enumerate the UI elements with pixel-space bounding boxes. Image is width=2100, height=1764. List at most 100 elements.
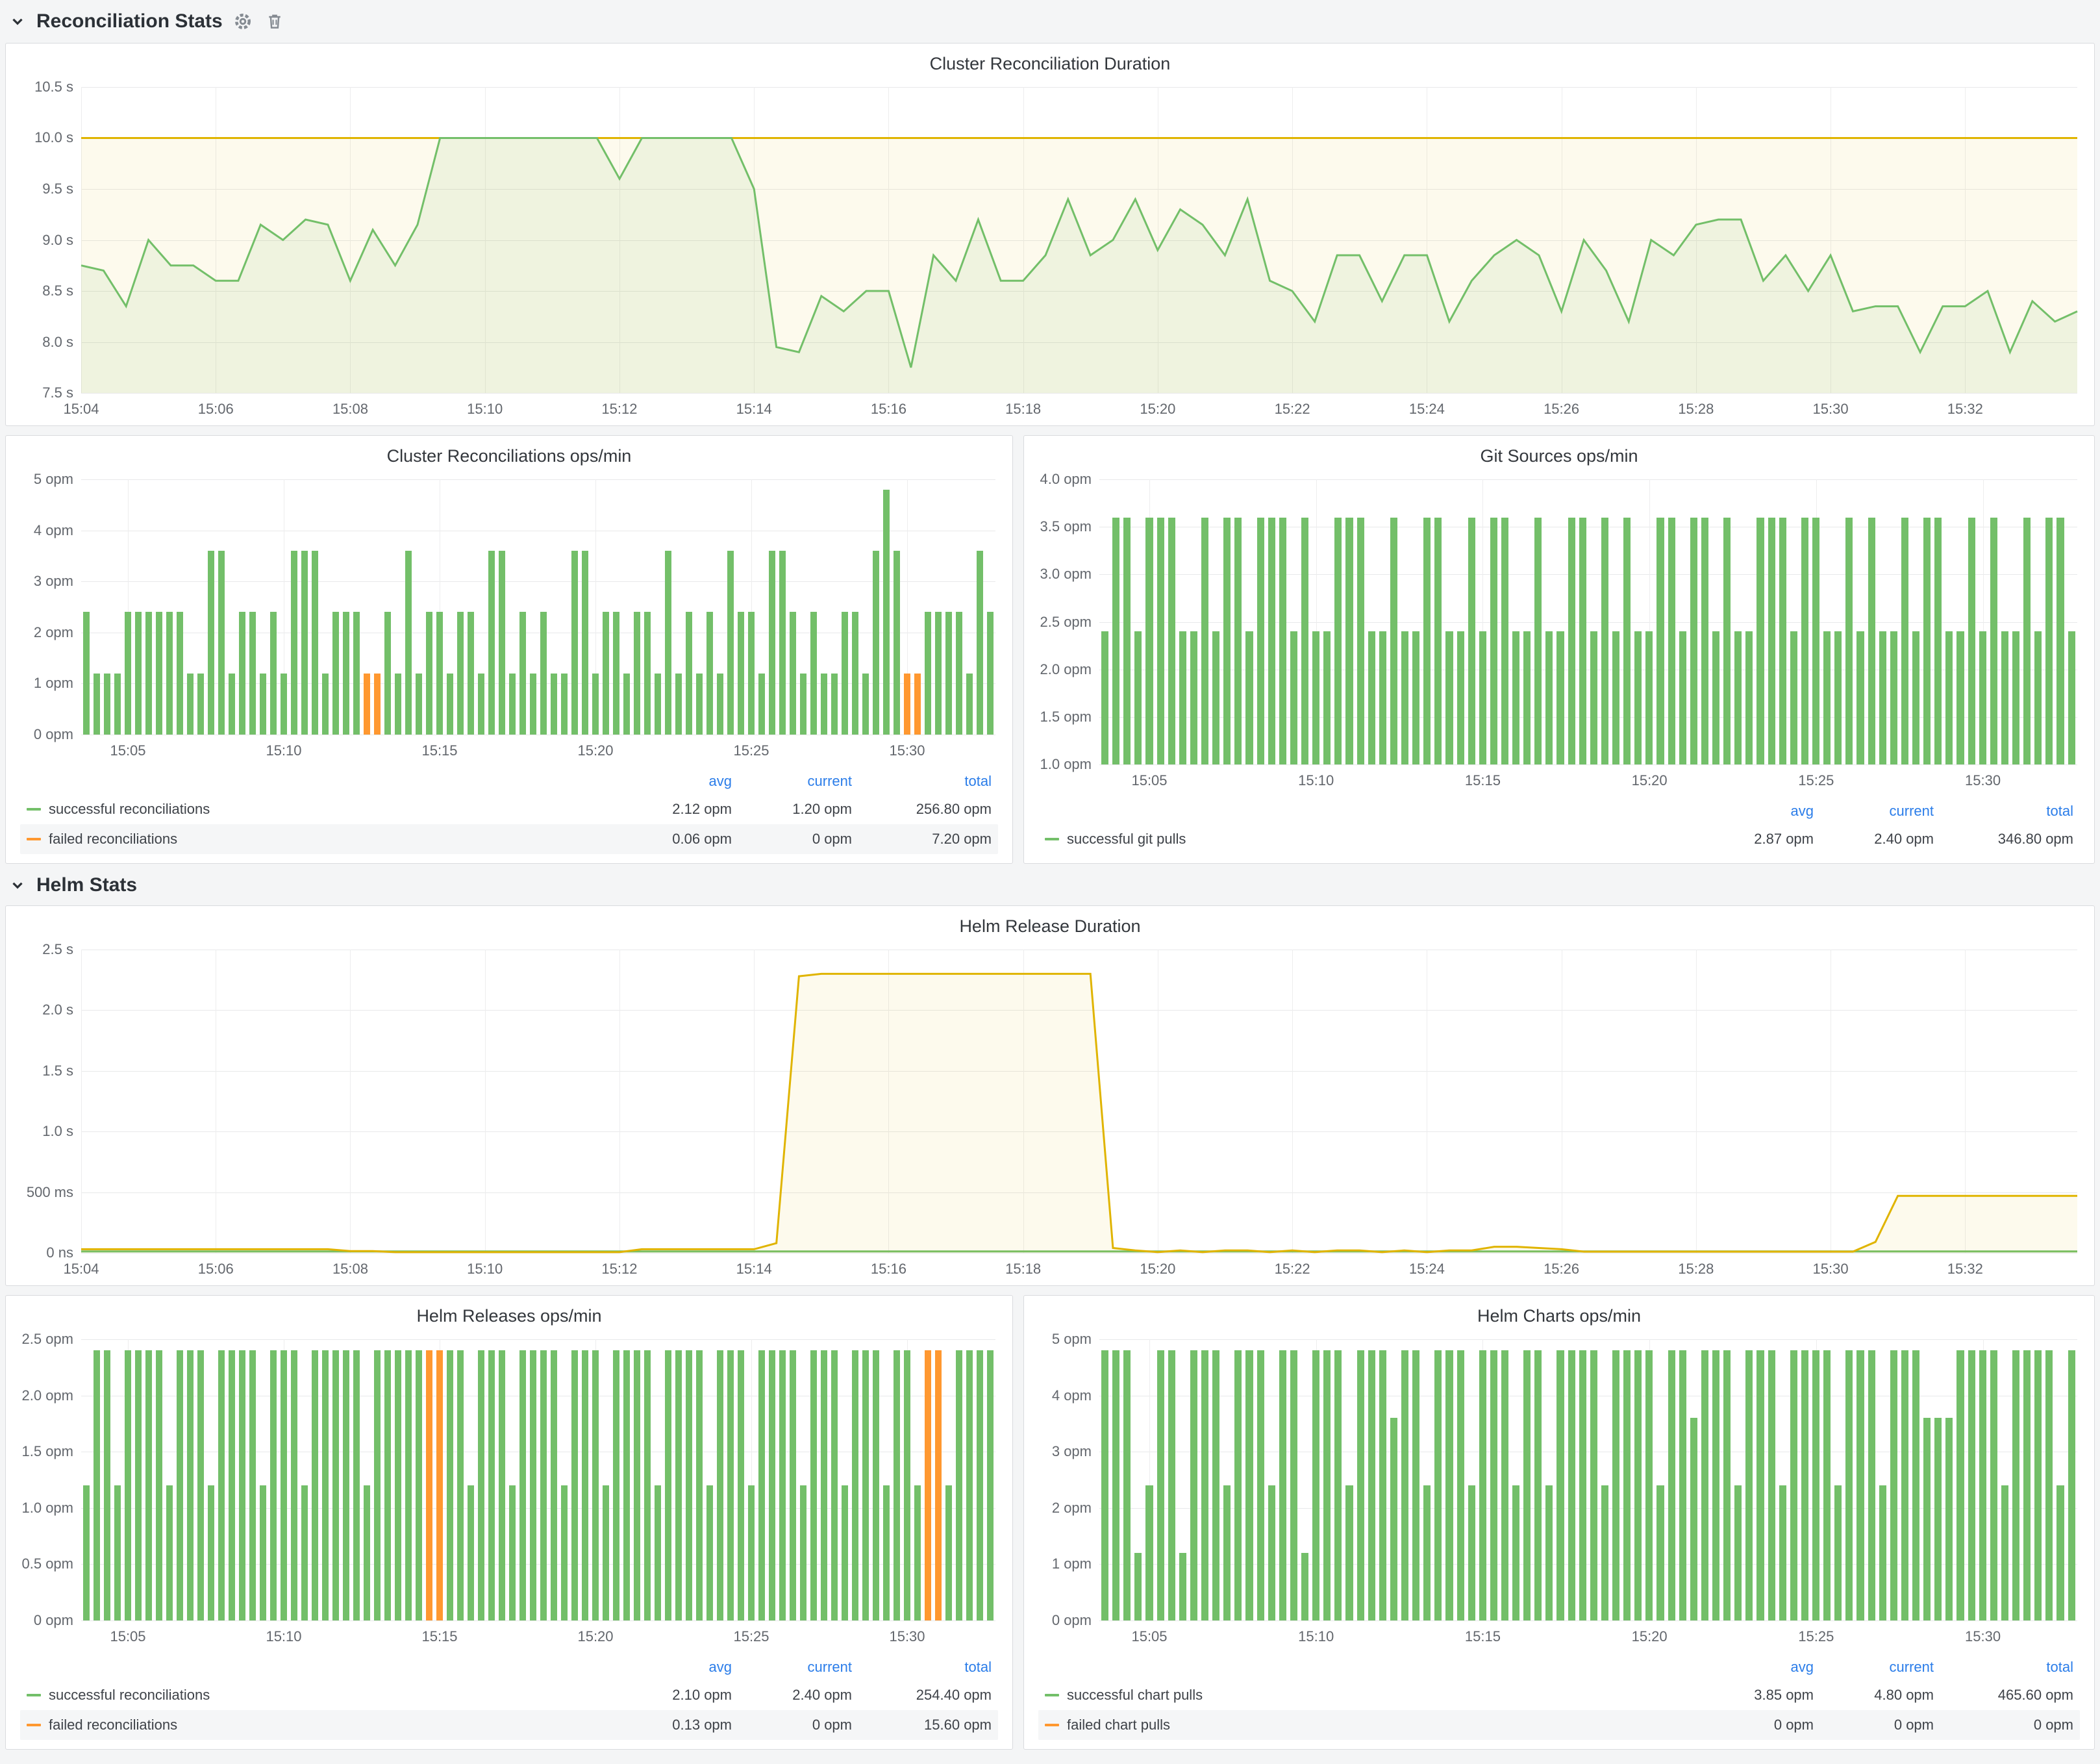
x-axis-label: 15:26 <box>1544 1261 1579 1278</box>
bar-segment <box>1868 518 1875 764</box>
series-label[interactable]: successful reconciliations <box>49 1687 210 1704</box>
legend-sort-total[interactable]: total <box>1934 1659 2073 1676</box>
gear-icon[interactable] <box>233 12 253 31</box>
series-label[interactable]: successful git pulls <box>1067 831 1186 848</box>
bar-segment <box>1823 631 1831 764</box>
bar <box>601 1339 611 1620</box>
legend-sort-avg[interactable]: avg <box>615 1659 732 1676</box>
y-axis-label: 2 opm <box>34 624 73 641</box>
bar <box>1244 1339 1255 1620</box>
legend: avgcurrenttotalsuccessful git pulls2.87 … <box>1024 797 2094 863</box>
bar-segment <box>1945 631 1953 764</box>
panel-title[interactable]: Helm Releases ops/min <box>6 1296 1012 1329</box>
bar <box>1921 479 1932 764</box>
bar-segment <box>416 1350 422 1620</box>
legend-sort-current[interactable]: current <box>732 1659 852 1676</box>
plot-area[interactable] <box>81 479 995 735</box>
bar-segment <box>530 674 536 735</box>
bar <box>912 479 923 735</box>
bar <box>195 479 206 735</box>
bar-segment <box>665 551 671 735</box>
bar <box>1155 479 1166 764</box>
plot-area[interactable] <box>1099 1339 2077 1620</box>
panel-title[interactable]: Git Sources ops/min <box>1024 436 2094 469</box>
x-axis: 15:0515:1015:1515:2015:2515:30 <box>1099 1620 2077 1650</box>
legend-sort-current[interactable]: current <box>1814 803 1934 820</box>
bar-segment <box>623 674 630 735</box>
bar <box>569 1339 580 1620</box>
series-label[interactable]: failed chart pulls <box>1067 1717 1170 1733</box>
section-title[interactable]: Helm Stats <box>36 874 137 896</box>
legend-sort-current[interactable]: current <box>732 773 852 790</box>
chevron-down-icon[interactable] <box>9 13 26 30</box>
y-axis-label: 8.5 s <box>42 283 73 299</box>
legend-sort-total[interactable]: total <box>852 1659 992 1676</box>
bar-segment <box>1312 1350 1319 1620</box>
bar <box>1455 479 1466 764</box>
bar-segment <box>613 612 619 735</box>
legend-sort-avg[interactable]: avg <box>615 773 732 790</box>
plot-area[interactable] <box>81 87 2077 393</box>
series-label[interactable]: failed reconciliations <box>49 1717 177 1733</box>
bar <box>1999 1339 2010 1620</box>
legend-sort-avg[interactable]: avg <box>1697 803 1814 820</box>
bar <box>185 479 195 735</box>
section-title[interactable]: Reconciliation Stats <box>36 10 223 32</box>
bar <box>518 479 528 735</box>
bar <box>1399 479 1410 764</box>
bar <box>985 1339 995 1620</box>
bar-segment <box>1590 631 1597 764</box>
bar <box>144 479 154 735</box>
series-swatch-icon <box>1045 1724 1059 1726</box>
trash-icon[interactable] <box>266 12 284 31</box>
plot-area[interactable] <box>81 1339 995 1620</box>
bar-segment <box>675 674 682 735</box>
bar-segment <box>353 612 360 735</box>
plot-area[interactable] <box>81 950 2077 1253</box>
plot-area[interactable] <box>1099 479 2077 764</box>
bar <box>1644 479 1655 764</box>
panel-title[interactable]: Cluster Reconciliations ops/min <box>6 436 1012 469</box>
y-axis-label: 0 opm <box>34 726 73 743</box>
series-label[interactable]: successful reconciliations <box>49 801 210 818</box>
legend-sort-avg[interactable]: avg <box>1697 1659 1814 1676</box>
bar <box>372 1339 382 1620</box>
bar <box>1399 1339 1410 1620</box>
bar-segment <box>2034 1350 2042 1620</box>
bar <box>1144 479 1155 764</box>
bar <box>902 1339 912 1620</box>
legend-sort-total[interactable]: total <box>1934 803 2073 820</box>
bar <box>1210 479 1221 764</box>
legend-sort-current[interactable]: current <box>1814 1659 1934 1676</box>
legend-row: successful reconciliations2.10 opm2.40 o… <box>20 1680 998 1710</box>
bar-segment <box>1212 631 1219 764</box>
bar-segment <box>1523 631 1531 764</box>
series-label[interactable]: successful chart pulls <box>1067 1687 1203 1704</box>
bar <box>206 1339 216 1620</box>
panel-title[interactable]: Helm Charts ops/min <box>1024 1296 2094 1329</box>
y-axis-label: 4 opm <box>1052 1387 1092 1404</box>
legend-sort-total[interactable]: total <box>852 773 992 790</box>
bar <box>1532 479 1544 764</box>
y-axis-label: 1 opm <box>1052 1556 1092 1572</box>
bar-segment <box>551 674 557 735</box>
bar-segment <box>478 674 484 735</box>
bar-segment <box>1934 518 1942 764</box>
y-axis-label: 3.5 opm <box>1040 518 1092 535</box>
bar-segment <box>945 612 952 735</box>
legend-series: failed reconciliations <box>27 1717 615 1733</box>
series-label[interactable]: failed reconciliations <box>49 831 177 848</box>
x-axis-label: 15:30 <box>889 742 925 759</box>
bar-segment <box>1712 631 1719 764</box>
bar <box>1821 479 1832 764</box>
panel-helm-release-duration: Helm Release Duration 2.5 s2.0 s1.5 s1.0… <box>5 905 2095 1286</box>
panel-title[interactable]: Cluster Reconciliation Duration <box>6 44 2094 77</box>
bar-segment <box>582 551 588 735</box>
bar <box>1166 1339 1177 1620</box>
series-swatch-icon <box>27 838 41 840</box>
bar-segment <box>634 1350 640 1620</box>
bar <box>798 479 808 735</box>
chevron-down-icon[interactable] <box>9 877 26 894</box>
panel-title[interactable]: Helm Release Duration <box>6 906 2094 939</box>
bar <box>881 1339 892 1620</box>
